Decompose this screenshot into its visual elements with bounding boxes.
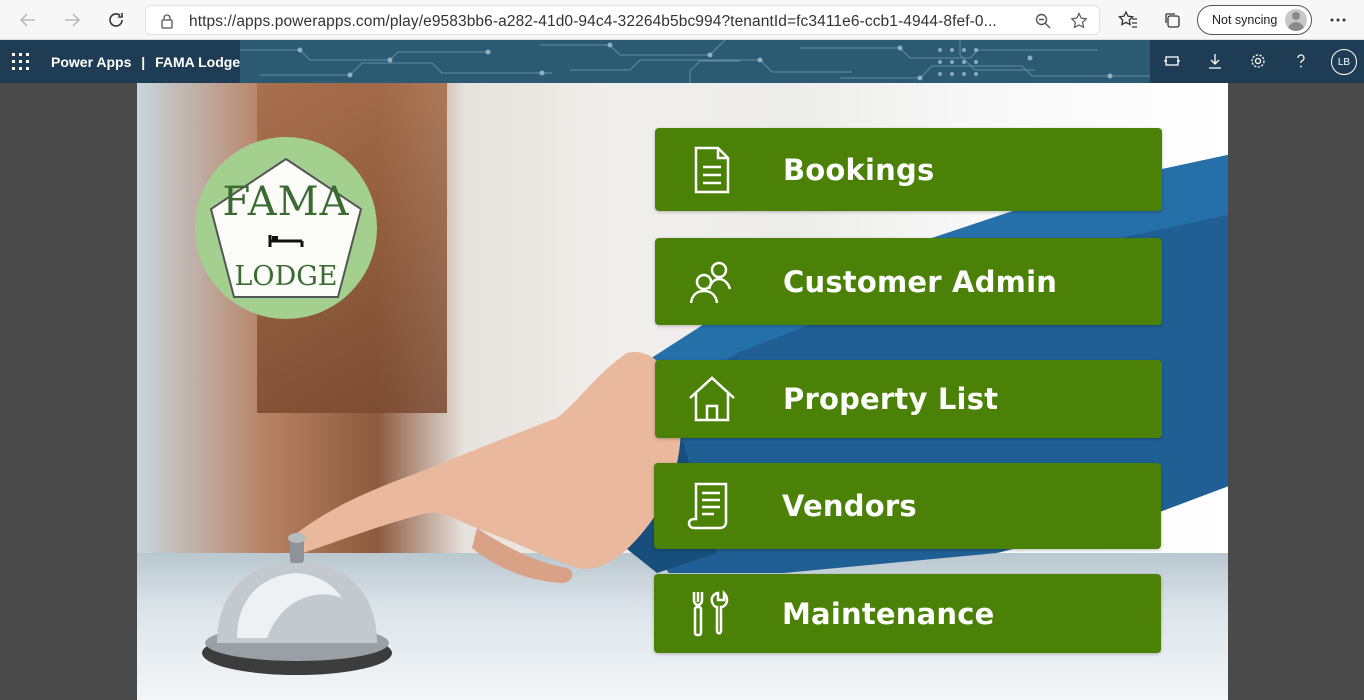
back-icon[interactable] [16, 8, 40, 32]
fit-to-window-icon[interactable] [1161, 50, 1183, 72]
background-bell [202, 533, 392, 675]
settings-icon[interactable] [1247, 50, 1269, 72]
property-list-button[interactable]: Property List [655, 360, 1162, 438]
fama-lodge-logo: FAMA LODGE [195, 137, 377, 319]
title-separator: | [141, 54, 146, 70]
people-icon [689, 261, 732, 303]
header-circuit-banner [240, 40, 1152, 83]
zoom-icon[interactable] [1032, 10, 1054, 32]
more-options-icon[interactable] [1326, 8, 1350, 32]
customer-admin-label: Customer Admin [783, 264, 1058, 299]
powerapps-header: Power Apps | FAMA Lodge LB [0, 40, 1364, 83]
refresh-icon[interactable] [104, 8, 128, 32]
logo-text-lodge: LODGE [234, 261, 338, 292]
product-name: Power Apps [51, 54, 132, 70]
maintenance-label: Maintenance [782, 596, 995, 631]
help-icon[interactable] [1290, 50, 1312, 72]
url-text: https://apps.powerapps.com/play/e9583bb6… [189, 13, 997, 30]
collections-icon[interactable] [1160, 8, 1184, 32]
download-icon[interactable] [1204, 50, 1226, 72]
bookings-label: Bookings [783, 152, 935, 187]
document-icon [694, 146, 730, 193]
profile-avatar-icon [1285, 9, 1307, 31]
lock-icon[interactable] [156, 10, 178, 32]
property-list-label: Property List [783, 382, 999, 416]
app-title: FAMA Lodge [155, 54, 241, 70]
app-canvas: FAMA LODGE Bookings Customer Admin Prope… [137, 83, 1228, 700]
logo-text-fama: FAMA [222, 179, 350, 225]
profile-sync-button[interactable]: Not syncing [1197, 5, 1312, 35]
browser-toolbar: https://apps.powerapps.com/play/e9583bb6… [0, 0, 1364, 40]
forward-icon[interactable] [60, 8, 84, 32]
sync-label: Not syncing [1212, 13, 1278, 27]
user-avatar[interactable]: LB [1331, 49, 1357, 75]
favorites-icon[interactable] [1116, 8, 1140, 32]
receipt-icon [687, 482, 728, 530]
tools-icon [692, 589, 729, 636]
add-favorite-icon[interactable] [1068, 10, 1090, 32]
vendors-label: Vendors [782, 489, 917, 523]
address-bar[interactable]: https://apps.powerapps.com/play/e9583bb6… [145, 5, 1100, 35]
customer-admin-button[interactable]: Customer Admin [655, 238, 1162, 325]
app-launcher-icon[interactable] [12, 53, 30, 71]
maintenance-button[interactable]: Maintenance [654, 574, 1161, 653]
header-title: Power Apps | FAMA Lodge [51, 54, 240, 70]
bookings-button[interactable]: Bookings [655, 128, 1162, 211]
house-icon [689, 376, 735, 422]
vendors-button[interactable]: Vendors [654, 463, 1161, 549]
